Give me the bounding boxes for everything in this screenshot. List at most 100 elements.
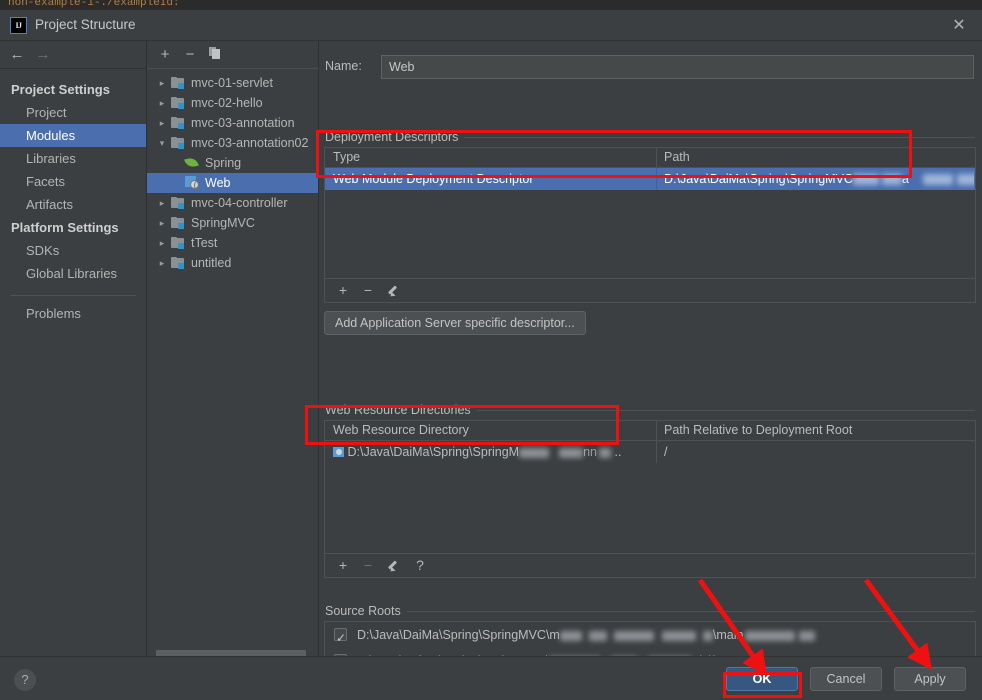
sidebar-item-sdks[interactable]: SDKs bbox=[0, 239, 146, 262]
source-root-row[interactable]: D:\Java\DaiMa\Spring\SpringMVC\m \main bbox=[325, 622, 975, 651]
intellij-logo-icon: IJ bbox=[10, 17, 27, 34]
row-column-divider bbox=[656, 168, 657, 190]
settings-sidebar: ← → Project Settings Project Modules Lib… bbox=[0, 41, 147, 666]
tree-node-label: mvc-04-controller bbox=[191, 196, 288, 210]
background-code-text: non-example-1-./exampleId: bbox=[8, 0, 180, 9]
chevron-right-icon[interactable]: ▸ bbox=[157, 73, 167, 93]
sidebar-item-global-libraries[interactable]: Global Libraries bbox=[0, 262, 146, 285]
chevron-right-icon[interactable]: ▸ bbox=[157, 253, 167, 273]
deployment-descriptor-row[interactable]: Web Module Deployment Descriptor D:\Java… bbox=[325, 168, 975, 190]
chevron-down-icon[interactable]: ▾ bbox=[157, 133, 167, 153]
module-icon bbox=[171, 97, 185, 109]
tree-node-label: mvc-01-servlet bbox=[191, 76, 273, 90]
module-icon bbox=[171, 237, 185, 249]
column-header-web-resource-directory: Web Resource Directory bbox=[333, 423, 469, 437]
apply-button[interactable]: Apply bbox=[894, 667, 966, 691]
tree-node-spring-facet[interactable]: Spring bbox=[147, 153, 318, 173]
spring-icon bbox=[184, 156, 199, 169]
tree-node-mvc-01-servlet[interactable]: ▸ mvc-01-servlet bbox=[147, 73, 318, 93]
plus-icon[interactable]: + bbox=[333, 556, 353, 576]
name-row: Name: bbox=[325, 55, 975, 79]
question-icon[interactable]: ? bbox=[14, 669, 36, 691]
project-structure-dialog: IJ Project Structure ✕ ← → Project Setti… bbox=[0, 10, 982, 700]
web-resource-relative-path-cell: / bbox=[664, 445, 668, 459]
dialog-title: Project Structure bbox=[35, 17, 136, 32]
tree-node-untitled[interactable]: ▸ untitled bbox=[147, 253, 318, 273]
arrow-right-icon[interactable]: → bbox=[32, 45, 54, 65]
tree-node-ttest[interactable]: ▸ tTest bbox=[147, 233, 318, 253]
web-resource-directories-table: Web Resource Directory Path Relative to … bbox=[324, 420, 976, 554]
sidebar-item-facets[interactable]: Facets bbox=[0, 170, 146, 193]
sidebar-list: Project Settings Project Modules Librari… bbox=[0, 69, 146, 325]
tree-node-label: mvc-03-annotation02 bbox=[191, 136, 309, 150]
deployment-descriptors-header: Type Path bbox=[325, 148, 975, 168]
web-resource-directories-title: Web Resource Directories bbox=[325, 403, 477, 417]
web-resource-directories-rule bbox=[469, 410, 975, 411]
sidebar-item-project[interactable]: Project bbox=[0, 101, 146, 124]
chevron-right-icon[interactable]: ▸ bbox=[157, 193, 167, 213]
web-resource-directories-toolbar: + − ? bbox=[324, 554, 976, 578]
tree-node-mvc-02-hello[interactable]: ▸ mvc-02-hello bbox=[147, 93, 318, 113]
chevron-right-icon[interactable]: ▸ bbox=[157, 213, 167, 233]
minus-icon[interactable]: − bbox=[358, 281, 378, 301]
pencil-icon[interactable] bbox=[384, 556, 404, 576]
sidebar-item-artifacts[interactable]: Artifacts bbox=[0, 193, 146, 216]
ok-button[interactable]: OK bbox=[726, 667, 798, 691]
module-icon bbox=[171, 217, 185, 229]
module-tree-toolbar: + − bbox=[147, 41, 318, 69]
web-resource-directory-row[interactable]: D:\Java\DaiMa\Spring\SpringM nn .. / bbox=[325, 441, 975, 463]
web-resource-directory-cell: D:\Java\DaiMa\Spring\SpringM nn .. bbox=[333, 441, 655, 463]
module-tree-panel: + − ▸ mvc-01-servlet ▸ mvc-02-hello ▸ mv… bbox=[147, 41, 319, 666]
chevron-right-icon[interactable]: ▸ bbox=[157, 93, 167, 113]
descriptor-path-text: D:\Java\DaiMa\Spring\SpringMVC bbox=[664, 172, 853, 186]
sidebar-item-libraries[interactable]: Libraries bbox=[0, 147, 146, 170]
folder-web-icon bbox=[333, 447, 344, 457]
sidebar-group-platform-settings: Platform Settings bbox=[11, 220, 119, 235]
tree-node-label: mvc-02-hello bbox=[191, 96, 263, 110]
source-root-path-mid: \main bbox=[712, 628, 744, 642]
copy-icon[interactable] bbox=[204, 45, 224, 65]
minus-icon: − bbox=[363, 557, 373, 573]
descriptor-type-cell: Web Module Deployment Descriptor bbox=[333, 172, 534, 186]
module-icon bbox=[171, 257, 185, 269]
plus-icon[interactable]: + bbox=[155, 45, 175, 65]
tree-node-mvc-04-controller[interactable]: ▸ mvc-04-controller bbox=[147, 193, 318, 213]
tree-node-label: SpringMVC bbox=[191, 216, 255, 230]
chevron-right-icon[interactable]: ▸ bbox=[157, 113, 167, 133]
web-facet-settings-pane: Name: Deployment Descriptors Type Path W… bbox=[319, 41, 982, 687]
pencil-icon[interactable] bbox=[384, 281, 404, 301]
question-icon[interactable]: ? bbox=[410, 556, 430, 576]
web-icon bbox=[185, 176, 199, 190]
dialog-body: ← → Project Settings Project Modules Lib… bbox=[0, 41, 982, 687]
tree-node-label: mvc-03-annotation bbox=[191, 116, 295, 130]
tree-node-web-facet[interactable]: Web bbox=[147, 173, 318, 193]
web-resource-directory-tail: .. bbox=[614, 445, 622, 459]
close-icon[interactable]: ✕ bbox=[948, 16, 970, 38]
deployment-descriptors-table: Type Path Web Module Deployment Descript… bbox=[324, 147, 976, 279]
row-column-divider bbox=[656, 441, 657, 463]
plus-icon[interactable]: + bbox=[333, 281, 353, 301]
source-root-path: D:\Java\DaiMa\Spring\SpringMVC\m bbox=[357, 628, 560, 642]
sidebar-item-problems[interactable]: Problems bbox=[0, 302, 146, 325]
sidebar-item-modules[interactable]: Modules bbox=[0, 124, 146, 147]
deployment-descriptors-title: Deployment Descriptors bbox=[325, 130, 465, 144]
tree-node-mvc-03-annotation[interactable]: ▸ mvc-03-annotation bbox=[147, 113, 318, 133]
tree-node-mvc-03-annotation02[interactable]: ▾ mvc-03-annotation02 bbox=[147, 133, 318, 153]
module-icon bbox=[171, 77, 185, 89]
arrow-left-icon[interactable]: ← bbox=[6, 45, 28, 65]
source-roots-rule bbox=[399, 611, 975, 612]
web-resource-directory-text: D:\Java\DaiMa\Spring\SpringM bbox=[347, 445, 520, 459]
source-root-checkbox[interactable] bbox=[334, 625, 347, 651]
tree-node-springmvc[interactable]: ▸ SpringMVC bbox=[147, 213, 318, 233]
sidebar-nav-bar: ← → bbox=[0, 41, 146, 69]
minus-icon[interactable]: − bbox=[180, 45, 200, 65]
column-divider bbox=[656, 421, 657, 440]
copy-glyph bbox=[208, 47, 220, 59]
name-input[interactable] bbox=[381, 55, 974, 79]
chevron-right-icon[interactable]: ▸ bbox=[157, 233, 167, 253]
module-tree: ▸ mvc-01-servlet ▸ mvc-02-hello ▸ mvc-03… bbox=[147, 69, 318, 273]
add-application-server-descriptor-button[interactable]: Add Application Server specific descript… bbox=[324, 311, 586, 335]
cancel-button[interactable]: Cancel bbox=[810, 667, 882, 691]
deployment-descriptors-rule bbox=[459, 137, 975, 138]
web-resource-directories-header: Web Resource Directory Path Relative to … bbox=[325, 421, 975, 441]
